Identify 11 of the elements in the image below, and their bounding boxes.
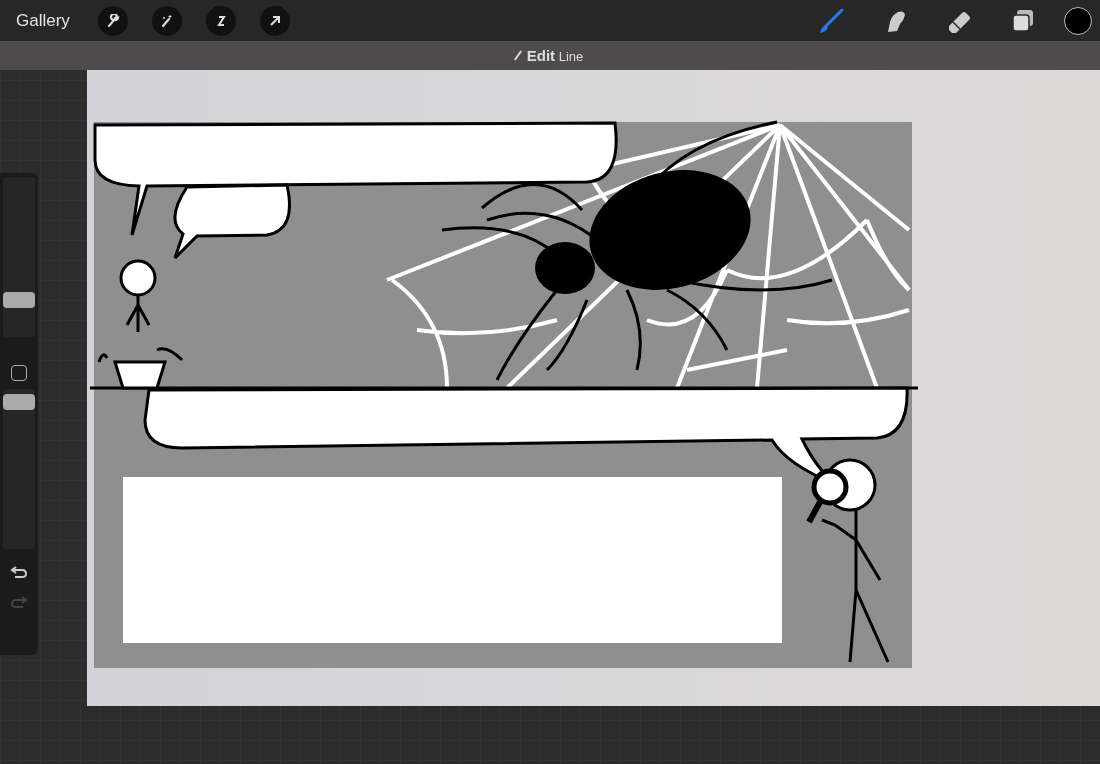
magic-wand-icon[interactable]: [151, 5, 182, 36]
brush-size-slider[interactable]: [3, 177, 35, 337]
opacity-slider[interactable]: [3, 389, 35, 549]
undo-icon[interactable]: [10, 565, 28, 579]
slider-thumb[interactable]: [3, 292, 35, 309]
gallery-button[interactable]: Gallery: [16, 10, 70, 31]
modify-button[interactable]: [11, 365, 27, 381]
mode-label: Edit Line: [526, 47, 584, 64]
color-swatch[interactable]: [1064, 6, 1092, 35]
slider-thumb[interactable]: [3, 393, 35, 410]
selection-icon[interactable]: [205, 5, 236, 36]
